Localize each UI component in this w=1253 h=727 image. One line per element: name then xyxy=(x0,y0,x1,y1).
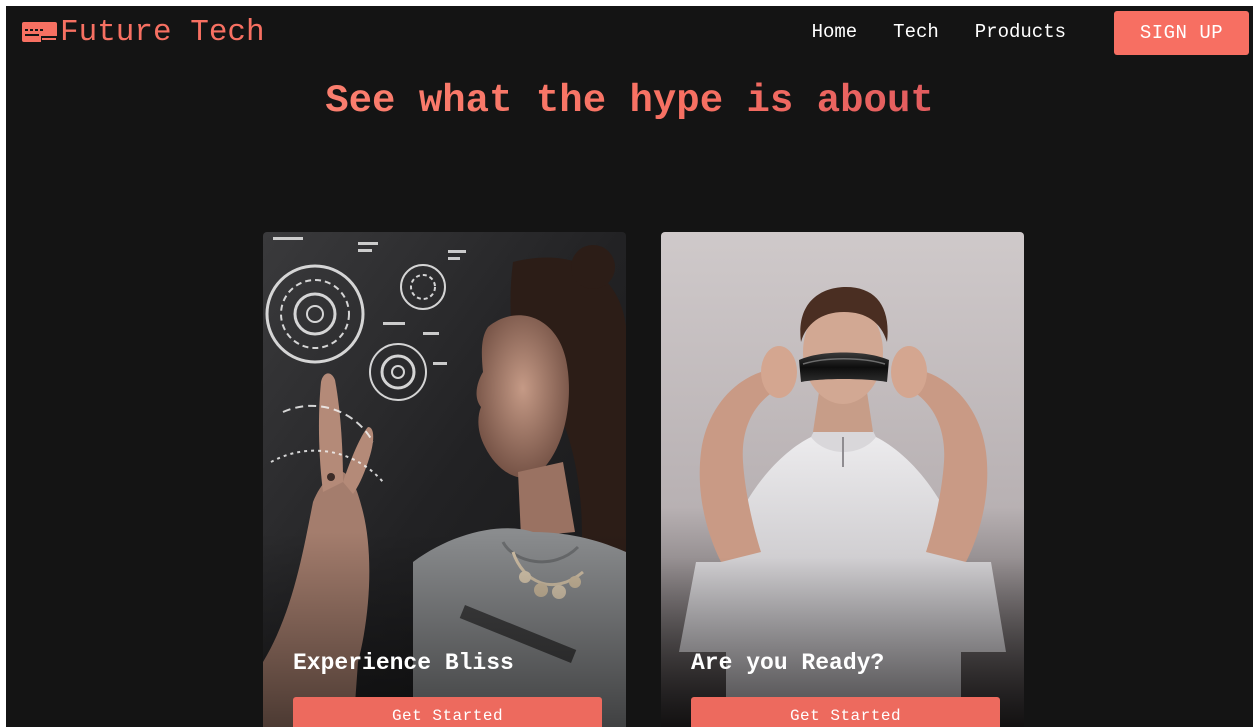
nav-link-home[interactable]: Home xyxy=(794,20,876,44)
sign-up-button[interactable]: SIGN UP xyxy=(1114,11,1249,55)
get-started-button[interactable]: Get Started xyxy=(293,697,602,727)
card-experience-bliss: Experience Bliss Get Started xyxy=(263,232,626,727)
get-started-button[interactable]: Get Started xyxy=(691,697,1000,727)
hero-headline-text: See what the hype is about xyxy=(325,79,934,123)
navbar: Future Tech Home Tech Products SIGN UP xyxy=(6,6,1253,62)
nav-link-tech[interactable]: Tech xyxy=(875,20,957,44)
card-are-you-ready: Are you Ready? Get Started xyxy=(661,232,1024,727)
nav-links: Home Tech Products xyxy=(794,20,1084,44)
keyboard-icon xyxy=(21,20,58,44)
brand-logo-link[interactable]: Future Tech xyxy=(21,12,265,52)
hero-headline: See what the hype is about xyxy=(6,76,1253,126)
page: Future Tech Home Tech Products SIGN UP S… xyxy=(6,6,1253,727)
brand-name: Future Tech xyxy=(60,14,265,50)
card-title: Are you Ready? xyxy=(691,650,885,676)
nav-link-products[interactable]: Products xyxy=(957,20,1084,44)
card-title: Experience Bliss xyxy=(293,650,514,676)
